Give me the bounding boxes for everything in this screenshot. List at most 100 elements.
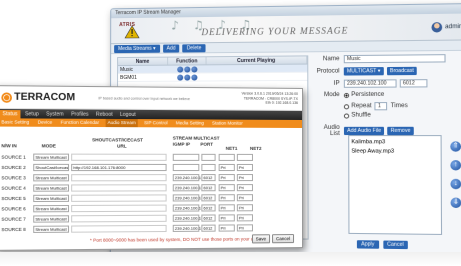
move-down-icon[interactable]: ↓: [450, 178, 461, 190]
source-row: SOURCE 3 Stream Multicast 239.240.100.1 601…: [1, 172, 255, 182]
mode-select[interactable]: Stream Multicast: [33, 214, 70, 223]
igmp-ip-input[interactable]: [172, 153, 200, 161]
apply-button[interactable]: Apply: [356, 240, 379, 249]
list-item[interactable]: Sleep Away.mp3: [351, 147, 438, 156]
repeat-row: Repeat 1 Times: [343, 102, 408, 111]
ip-field[interactable]: 239.240.102.100: [343, 79, 397, 88]
shuffle-radio[interactable]: [343, 112, 350, 119]
table-row[interactable]: BGM01: [118, 72, 308, 83]
port-input[interactable]: [201, 153, 216, 161]
play-icon[interactable]: [177, 74, 184, 81]
url-input[interactable]: [71, 173, 167, 181]
nav-logout[interactable]: Logout: [117, 111, 139, 119]
port-input[interactable]: 6012: [201, 173, 216, 181]
mode-select[interactable]: Stream Multicast: [33, 183, 70, 192]
save-button[interactable]: Save: [251, 234, 271, 244]
tab-audio-stream[interactable]: Audio Stream: [105, 118, 138, 128]
net1-select[interactable]: Pri: [218, 213, 235, 222]
list-item[interactable]: Kalimba.mp3: [351, 138, 438, 147]
net2-select[interactable]: Pri: [236, 173, 253, 181]
stop-icon[interactable]: [184, 65, 191, 73]
port-input[interactable]: 6012: [201, 213, 216, 222]
net2-select[interactable]: Pri: [236, 213, 253, 221]
port-input[interactable]: 6012: [201, 203, 216, 212]
scene: Terracom IP Stream Manager ATRIS ♪♫♪♫ DE…: [0, 0, 461, 266]
port-input[interactable]: [201, 163, 216, 171]
warning-triangle-icon: [124, 25, 140, 39]
igmp-ip-input[interactable]: 239.240.100.1: [172, 173, 201, 181]
igmp-ip-input[interactable]: 239.240.100.1: [172, 193, 201, 201]
nav-profiles[interactable]: Profiles: [68, 110, 92, 118]
tab-media-setting[interactable]: Media Setting: [174, 119, 206, 127]
url-input[interactable]: [71, 214, 167, 222]
port-field[interactable]: 6012: [399, 79, 428, 88]
net2-select[interactable]: Pri: [236, 203, 253, 211]
tab-basic-setting[interactable]: Basic Setting: [0, 118, 31, 126]
add-audio-file-button[interactable]: Add Audio File: [343, 126, 385, 136]
source-row: SOURCE 4 Stream Multicast 239.240.100.1 601…: [1, 182, 255, 193]
add-button[interactable]: Add: [162, 43, 180, 53]
tab-station-monitor[interactable]: Station Monitor: [210, 119, 245, 127]
nav-status[interactable]: Status: [0, 110, 21, 119]
repeat-radio[interactable]: [343, 103, 350, 109]
edit-icon[interactable]: [191, 73, 198, 81]
net1-select[interactable]: Pri: [218, 183, 235, 191]
tab-device[interactable]: Device: [36, 119, 55, 127]
port-input[interactable]: 6012: [201, 183, 216, 191]
url-input[interactable]: [71, 224, 167, 233]
mode-select[interactable]: ShoutCast/Icecast: [33, 163, 70, 171]
net1-select[interactable]: Pri: [218, 223, 235, 232]
nav-setup[interactable]: Setup: [22, 110, 42, 118]
user-menu[interactable]: admin: [431, 22, 461, 33]
nav-system[interactable]: System: [43, 110, 67, 118]
tab-function-calendar[interactable]: Function Calendar: [59, 119, 102, 127]
cancel-button[interactable]: Cancel: [382, 240, 408, 250]
net2-select[interactable]: Pri: [236, 183, 253, 191]
stop-icon[interactable]: [184, 74, 191, 81]
net2-select[interactable]: [236, 153, 253, 161]
name-field[interactable]: Music: [343, 54, 446, 64]
igmp-ip-input[interactable]: 239.240.100.1: [172, 224, 201, 232]
protocol-select[interactable]: MULTICAST ▾: [343, 67, 384, 76]
repeat-count-field[interactable]: 1: [374, 102, 388, 111]
move-bottom-icon[interactable]: ⇓: [450, 197, 461, 209]
url-input[interactable]: [71, 193, 167, 202]
net1-select[interactable]: Pri: [218, 173, 235, 181]
mode-select[interactable]: Stream Multicast: [33, 204, 70, 212]
cancel-button[interactable]: Cancel: [272, 234, 295, 244]
url-input[interactable]: [71, 204, 167, 212]
nav-reboot[interactable]: Reboot: [93, 111, 116, 119]
mode-select[interactable]: Stream Multicast: [33, 153, 70, 161]
net2-select[interactable]: Pri: [236, 193, 253, 201]
move-top-icon[interactable]: ⇑: [450, 141, 461, 152]
mode-select[interactable]: Stream Multicast: [33, 173, 70, 181]
url-input[interactable]: http://192.168.101.176:8000: [71, 163, 167, 171]
broadcast-button[interactable]: Broadcast: [386, 66, 418, 76]
net1-select[interactable]: Pri: [218, 193, 235, 201]
persistence-radio[interactable]: [343, 92, 350, 98]
igmp-ip-input[interactable]: 239.240.100.1: [172, 183, 201, 191]
move-up-icon[interactable]: ↑: [450, 160, 461, 171]
net1-select[interactable]: Pri: [218, 203, 235, 211]
net2-select[interactable]: Pri: [236, 163, 253, 171]
igmp-ip-input[interactable]: 239.240.100.1: [172, 203, 201, 212]
url-input[interactable]: [71, 153, 167, 161]
url-input[interactable]: [71, 183, 167, 192]
net1-select[interactable]: [218, 153, 235, 161]
net1-select[interactable]: Pri: [218, 163, 235, 171]
igmp-ip-input[interactable]: [172, 163, 200, 171]
remove-button[interactable]: Remove: [387, 126, 414, 136]
edit-icon[interactable]: [191, 65, 198, 73]
audio-file-list[interactable]: Kalimba.mp3 Sleep Away.mp3: [348, 135, 443, 235]
play-icon[interactable]: [177, 66, 184, 73]
port-input[interactable]: 6012: [201, 224, 216, 232]
delete-button[interactable]: Delete: [182, 43, 206, 52]
tab-sip-control[interactable]: SIP Control: [142, 119, 170, 127]
ip-row: IP 239.240.102.100 6012: [312, 79, 428, 88]
mode-select[interactable]: Stream Multicast: [33, 225, 70, 233]
net2-select[interactable]: Pri: [236, 223, 253, 231]
mode-select[interactable]: Stream Multicast: [33, 194, 70, 202]
igmp-ip-input[interactable]: 239.240.100.1: [172, 214, 201, 222]
media-streams-dropdown[interactable]: Media Streams ▾: [114, 44, 160, 53]
port-input[interactable]: 6012: [201, 193, 216, 201]
